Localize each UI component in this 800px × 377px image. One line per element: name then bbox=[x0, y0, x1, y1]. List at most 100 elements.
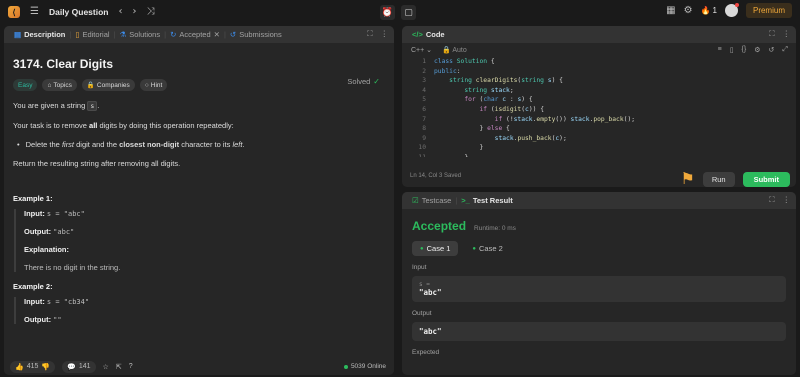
maximize-icon[interactable]: ⛶ bbox=[769, 195, 774, 205]
solved-badge: Solved ✓ bbox=[347, 77, 380, 86]
history-icon: ↻ bbox=[170, 30, 177, 39]
top-bar: ⟨ ☰ Daily Question ‹ › ⤨ ⏰ ▢ ▦ ⚙ 🔥 1 Prem… bbox=[0, 0, 800, 24]
book-icon: ▯ bbox=[75, 30, 80, 39]
notes-icon[interactable]: ▢ bbox=[401, 5, 416, 20]
streak-counter[interactable]: 🔥 1 bbox=[701, 6, 717, 15]
line-numbers: 1 2 3 4 5 6 7 8 9 10 11 bbox=[418, 58, 426, 157]
code-tabs: </> Code ⛶ ⋮ bbox=[402, 26, 796, 43]
lock-icon: 🔒 bbox=[86, 82, 95, 89]
chevron-left-icon[interactable]: ‹ bbox=[118, 7, 122, 17]
help-icon[interactable]: ? bbox=[129, 363, 133, 370]
tag-icon: ⌂ bbox=[47, 81, 52, 89]
flask-icon: ⚗ bbox=[119, 30, 127, 39]
code-panel: </> Code ⛶ ⋮ C++ ⌄ 🔒 Auto ≡ ▯ {} ⚙ ↺ ⤢ 1 … bbox=[402, 26, 796, 187]
settings-icon[interactable]: ⚙ bbox=[754, 46, 760, 54]
topics-chip[interactable]: ⌂ Topics bbox=[42, 79, 77, 91]
case-tab-2[interactable]: ● Case 2 bbox=[464, 241, 510, 256]
terminal-icon: >_ bbox=[461, 196, 470, 205]
maximize-icon[interactable]: ⛶ bbox=[367, 29, 372, 39]
debug-icon[interactable]: ⚑ bbox=[680, 169, 694, 187]
problem-list-title[interactable]: Daily Question bbox=[49, 7, 109, 17]
like-button[interactable]: 👍 415 👎 bbox=[10, 360, 56, 373]
share-icon[interactable]: ⇱ bbox=[116, 363, 122, 371]
hint-chip[interactable]: ○ Hint bbox=[139, 79, 168, 91]
example-title: Example 1: bbox=[13, 194, 53, 204]
chevron-right-icon[interactable]: › bbox=[132, 7, 136, 17]
run-button[interactable]: Run bbox=[702, 171, 735, 187]
submit-button[interactable]: Submit bbox=[742, 171, 790, 187]
premium-button[interactable]: Premium bbox=[745, 3, 792, 18]
dot-icon: ● bbox=[420, 245, 424, 252]
code-toolbar: C++ ⌄ 🔒 Auto ≡ ▯ {} ⚙ ↺ ⤢ bbox=[402, 43, 796, 57]
mode-toggle[interactable]: 🔒 Auto bbox=[442, 46, 467, 54]
reset-icon[interactable]: ↺ bbox=[769, 46, 775, 54]
dot-icon: ● bbox=[472, 245, 477, 252]
thumbs-down-icon[interactable]: 👎 bbox=[41, 363, 50, 371]
shuffle-icon[interactable]: ⤨ bbox=[146, 7, 154, 17]
document-icon: ▤ bbox=[14, 30, 22, 39]
description-paragraph: You are given a string s. bbox=[13, 101, 100, 111]
maximize-icon[interactable]: ⛶ bbox=[769, 29, 774, 39]
lightbulb-icon: ○ bbox=[144, 81, 149, 89]
more-icon[interactable]: ⋮ bbox=[783, 29, 791, 39]
editor-status: Ln 14, Col 3 Saved bbox=[410, 173, 462, 179]
problem-tags: Easy ⌂ Topics 🔒 Companies ○ Hint bbox=[13, 79, 385, 91]
tab-editorial[interactable]: ▯ Editorial bbox=[71, 30, 113, 39]
leetcode-logo[interactable]: ⟨ bbox=[8, 6, 20, 18]
case-tab-1[interactable]: ● Case 1 bbox=[412, 241, 459, 256]
grid-icon[interactable]: ▦ bbox=[666, 5, 675, 16]
tab-description[interactable]: ▤ Description bbox=[10, 30, 69, 39]
alarm-icon[interactable]: ⏰ bbox=[380, 5, 395, 20]
case-tabs: ● Case 1 ● Case 2 bbox=[402, 233, 796, 256]
avatar[interactable] bbox=[724, 3, 739, 17]
expected-label: Expected bbox=[412, 349, 440, 356]
menu-icon[interactable]: ☰ bbox=[30, 7, 39, 17]
comments-button[interactable]: 💬 141 bbox=[62, 360, 96, 373]
description-paragraph: Your task is to remove all digits by doi… bbox=[13, 120, 234, 130]
example-block: Input: s = "cb34" Output: "" bbox=[14, 297, 385, 325]
language-select[interactable]: C++ ⌄ bbox=[411, 46, 432, 54]
tab-accepted[interactable]: ↻ Accepted ✕ bbox=[166, 30, 224, 39]
companies-chip[interactable]: 🔒 Companies bbox=[81, 79, 135, 91]
code-icon: </> bbox=[412, 30, 423, 39]
description-paragraph: Return the resulting string after removi… bbox=[13, 158, 181, 168]
expand-icon[interactable]: ⤢ bbox=[782, 46, 788, 54]
example-title: Example 2: bbox=[13, 282, 53, 292]
description-footer: 👍 415 👎 💬 141 ☆ ⇱ ? 5039 Online bbox=[4, 358, 394, 375]
tab-test-result[interactable]: >_ Test Result bbox=[457, 196, 516, 205]
gear-icon[interactable]: ⚙ bbox=[684, 5, 693, 16]
result-status: Accepted bbox=[412, 219, 467, 233]
code-lines: class Solution { public: string clearDig… bbox=[434, 58, 636, 157]
page-title[interactable]: 3174. Clear Digits bbox=[13, 57, 385, 71]
thumbs-up-icon: 👍 bbox=[15, 363, 24, 371]
close-icon[interactable]: ✕ bbox=[214, 30, 220, 39]
tab-solutions[interactable]: ⚗ Solutions bbox=[116, 30, 165, 39]
input-box: s = "abc" bbox=[412, 276, 786, 302]
online-dot-icon bbox=[343, 364, 348, 369]
code-editor[interactable]: 1 2 3 4 5 6 7 8 9 10 11 class Solution {… bbox=[402, 57, 796, 157]
tab-testcase[interactable]: ☑ Testcase bbox=[408, 196, 455, 205]
list-item: • Delete the first digit and the closest… bbox=[17, 139, 245, 149]
tab-submissions[interactable]: ↺ Submissions bbox=[226, 30, 286, 39]
fire-icon: 🔥 bbox=[700, 6, 711, 15]
more-icon[interactable]: ⋮ bbox=[381, 29, 389, 39]
tab-code[interactable]: </> Code bbox=[408, 30, 449, 39]
more-icon[interactable]: ⋮ bbox=[783, 195, 791, 205]
comment-icon: 💬 bbox=[67, 363, 76, 371]
run-controls: ⚑ Run Submit bbox=[680, 169, 790, 187]
format-icon[interactable]: ≡ bbox=[718, 46, 722, 54]
input-label: Input bbox=[412, 264, 427, 271]
star-icon[interactable]: ☆ bbox=[103, 363, 109, 371]
bookmark-icon[interactable]: ▯ bbox=[730, 46, 734, 54]
output-label: Output bbox=[412, 310, 432, 317]
example-block: Input: s = "abc" Output: "abc" Explanati… bbox=[14, 209, 385, 273]
difficulty-badge: Easy bbox=[13, 79, 38, 91]
online-count: 5039 Online bbox=[343, 363, 386, 370]
history-icon: ↺ bbox=[229, 30, 237, 39]
check-circle-icon: ✓ bbox=[373, 77, 380, 86]
result-header: Accepted Runtime: 0 ms bbox=[402, 209, 796, 233]
test-tabs: ☑ Testcase | >_ Test Result ⛶ ⋮ bbox=[402, 192, 796, 209]
output-box: "abc" bbox=[412, 322, 786, 341]
test-panel: ☑ Testcase | >_ Test Result ⛶ ⋮ Accepted R… bbox=[402, 192, 796, 375]
braces-icon[interactable]: {} bbox=[742, 46, 747, 54]
